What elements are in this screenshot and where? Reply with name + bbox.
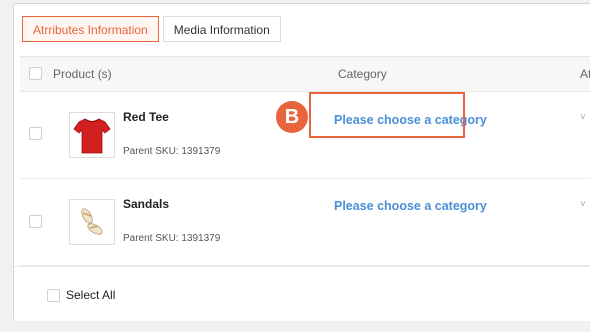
header-product: Product (s) [53, 67, 112, 81]
sku-value: 1391379 [181, 233, 221, 244]
row-checkbox[interactable] [29, 215, 42, 228]
chevron-down-icon[interactable]: ˅ [580, 199, 586, 210]
product-table: Product (s) Category At Red Tee Parent S… [20, 56, 590, 266]
row-checkbox[interactable] [29, 127, 42, 140]
tab-bar: Atrributes Information Media Information [22, 16, 281, 42]
table-row: Sandals Parent SKU: 1391379 Please choos… [20, 179, 590, 266]
header-category: Category [338, 67, 387, 81]
category-highlight-box [309, 92, 465, 138]
chevron-down-icon[interactable]: ˅ [580, 112, 586, 123]
tab-attributes-information[interactable]: Atrributes Information [22, 16, 159, 42]
choose-category-link[interactable]: Please choose a category [334, 199, 487, 213]
header-attributes: At [580, 67, 590, 81]
table-row: Red Tee Parent SKU: 1391379 Please choos… [20, 92, 590, 179]
sku-label: Parent SKU: [123, 146, 179, 157]
red-tshirt-icon [73, 118, 111, 154]
sku-value: 1391379 [181, 146, 221, 157]
product-name: Red Tee [123, 110, 169, 124]
parent-sku: Parent SKU: 1391379 [123, 146, 220, 157]
tab-media-information[interactable]: Media Information [162, 16, 281, 42]
step-marker: B [276, 101, 308, 133]
sandals-thumbnail [69, 199, 115, 245]
red-tshirt-thumbnail [69, 112, 115, 158]
sku-label: Parent SKU: [123, 233, 179, 244]
table-header: Product (s) Category At [20, 56, 590, 92]
select-all-checkbox[interactable] [47, 289, 60, 302]
header-checkbox[interactable] [29, 67, 42, 80]
table-footer: Select All [14, 266, 590, 321]
product-name: Sandals [123, 197, 170, 211]
select-all-label[interactable]: Select All [66, 288, 115, 302]
parent-sku: Parent SKU: 1391379 [123, 233, 220, 244]
sandals-icon [81, 208, 103, 235]
